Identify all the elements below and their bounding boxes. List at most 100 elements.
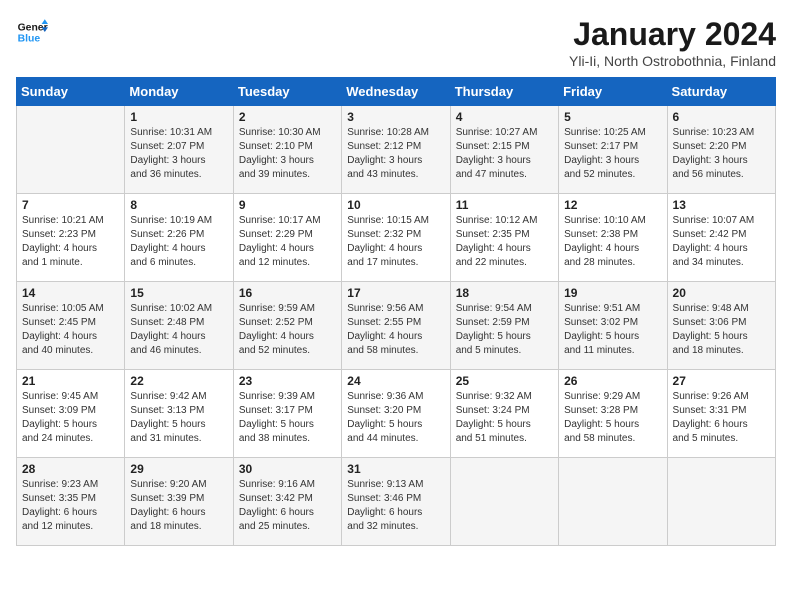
calendar-cell: 11 Sunrise: 10:12 AM Sunset: 2:35 PM Dayl…: [450, 194, 558, 282]
day-number: 10: [347, 198, 444, 212]
weekday-header-friday: Friday: [559, 78, 667, 106]
calendar-cell: 19Sunrise: 9:51 AM Sunset: 3:02 PM Dayli…: [559, 282, 667, 370]
calendar-cell: 31Sunrise: 9:13 AM Sunset: 3:46 PM Dayli…: [342, 458, 450, 546]
calendar-cell: 30Sunrise: 9:16 AM Sunset: 3:42 PM Dayli…: [233, 458, 341, 546]
day-number: 2: [239, 110, 336, 124]
weekday-header-tuesday: Tuesday: [233, 78, 341, 106]
calendar-cell: 28 Sunrise: 9:23 AM Sunset: 3:35 PM Dayli…: [17, 458, 125, 546]
day-number: 12: [564, 198, 661, 212]
day-number: 25: [456, 374, 553, 388]
calendar-cell: 8 Sunrise: 10:19 AM Sunset: 2:26 PM Dayli…: [125, 194, 233, 282]
day-info: Sunrise: 10:25 AM Sunset: 2:17 PM Daylig…: [564, 126, 661, 182]
day-number: 22: [130, 374, 227, 388]
day-info: Sunrise: 10:02 AM Sunset: 2:48 PM Daylig…: [130, 302, 227, 358]
calendar-cell: 4 Sunrise: 10:27 AM Sunset: 2:15 PM Dayli…: [450, 106, 558, 194]
page-header: General Blue January 2024 Yli-Ii, North …: [16, 16, 776, 69]
calendar-cell: 10 Sunrise: 10:15 AM Sunset: 2:32 PM Dayl…: [342, 194, 450, 282]
day-info: Sunrise: 9:16 AM Sunset: 3:42 PM Dayligh…: [239, 478, 336, 534]
day-info: Sunrise: 10:05 AM Sunset: 2:45 PM Daylig…: [22, 302, 119, 358]
day-number: 14: [22, 286, 119, 300]
day-number: 11: [456, 198, 553, 212]
calendar-cell: 21Sunrise: 9:45 AM Sunset: 3:09 PM Dayli…: [17, 370, 125, 458]
day-info: Sunrise: 10:31 AM Sunset: 2:07 PM Daylig…: [130, 126, 227, 182]
calendar-cell: 20 Sunrise: 9:48 AM Sunset: 3:06 PM Dayli…: [667, 282, 775, 370]
calendar-cell: 7 Sunrise: 10:21 AM Sunset: 2:23 PM Dayli…: [17, 194, 125, 282]
weekday-header-wednesday: Wednesday: [342, 78, 450, 106]
day-number: 1: [130, 110, 227, 124]
day-number: 17: [347, 286, 444, 300]
day-info: Sunrise: 9:23 AM Sunset: 3:35 PM Dayligh…: [22, 478, 119, 534]
calendar-cell: 13Sunrise: 10:07 AM Sunset: 2:42 PM Dayl…: [667, 194, 775, 282]
day-number: 26: [564, 374, 661, 388]
calendar-cell: [559, 458, 667, 546]
weekday-header-monday: Monday: [125, 78, 233, 106]
calendar-week-1: 1 Sunrise: 10:31 AM Sunset: 2:07 PM Dayli…: [17, 106, 776, 194]
day-number: 8: [130, 198, 227, 212]
day-info: Sunrise: 9:32 AM Sunset: 3:24 PM Dayligh…: [456, 390, 553, 446]
weekday-header-row: SundayMondayTuesdayWednesdayThursdayFrid…: [17, 78, 776, 106]
day-info: Sunrise: 9:56 AM Sunset: 2:55 PM Dayligh…: [347, 302, 444, 358]
calendar-week-5: 28 Sunrise: 9:23 AM Sunset: 3:35 PM Dayli…: [17, 458, 776, 546]
calendar-body: 1 Sunrise: 10:31 AM Sunset: 2:07 PM Dayli…: [17, 106, 776, 546]
calendar-cell: 9 Sunrise: 10:17 AM Sunset: 2:29 PM Dayli…: [233, 194, 341, 282]
day-number: 4: [456, 110, 553, 124]
day-number: 3: [347, 110, 444, 124]
weekday-header-sunday: Sunday: [17, 78, 125, 106]
day-number: 24: [347, 374, 444, 388]
calendar-cell: 26Sunrise: 9:29 AM Sunset: 3:28 PM Dayli…: [559, 370, 667, 458]
day-info: Sunrise: 9:20 AM Sunset: 3:39 PM Dayligh…: [130, 478, 227, 534]
day-number: 20: [673, 286, 770, 300]
calendar-cell: 18Sunrise: 9:54 AM Sunset: 2:59 PM Dayli…: [450, 282, 558, 370]
calendar-cell: 22 Sunrise: 9:42 AM Sunset: 3:13 PM Dayli…: [125, 370, 233, 458]
day-info: Sunrise: 10:27 AM Sunset: 2:15 PM Daylig…: [456, 126, 553, 182]
calendar-cell: 6 Sunrise: 10:23 AM Sunset: 2:20 PM Dayli…: [667, 106, 775, 194]
day-info: Sunrise: 9:42 AM Sunset: 3:13 PM Dayligh…: [130, 390, 227, 446]
calendar-cell: 1 Sunrise: 10:31 AM Sunset: 2:07 PM Dayli…: [125, 106, 233, 194]
calendar-cell: 3 Sunrise: 10:28 AM Sunset: 2:12 PM Dayli…: [342, 106, 450, 194]
svg-text:Blue: Blue: [18, 34, 41, 45]
calendar-cell: [450, 458, 558, 546]
calendar-cell: 24Sunrise: 9:36 AM Sunset: 3:20 PM Dayli…: [342, 370, 450, 458]
day-info: Sunrise: 10:19 AM Sunset: 2:26 PM Daylig…: [130, 214, 227, 270]
day-info: Sunrise: 10:12 AM Sunset: 2:35 PM Daylig…: [456, 214, 553, 270]
day-number: 5: [564, 110, 661, 124]
calendar-subtitle: Yli-Ii, North Ostrobothnia, Finland: [569, 53, 776, 69]
day-number: 9: [239, 198, 336, 212]
day-number: 15: [130, 286, 227, 300]
calendar-title: January 2024: [569, 16, 776, 53]
calendar-cell: 29 Sunrise: 9:20 AM Sunset: 3:39 PM Dayli…: [125, 458, 233, 546]
day-number: 23: [239, 374, 336, 388]
calendar-table: SundayMondayTuesdayWednesdayThursdayFrid…: [16, 77, 776, 546]
day-info: Sunrise: 10:21 AM Sunset: 2:23 PM Daylig…: [22, 214, 119, 270]
day-number: 18: [456, 286, 553, 300]
day-number: 13: [673, 198, 770, 212]
day-info: Sunrise: 9:51 AM Sunset: 3:02 PM Dayligh…: [564, 302, 661, 358]
calendar-cell: [667, 458, 775, 546]
day-number: 31: [347, 462, 444, 476]
logo: General Blue: [16, 16, 48, 48]
calendar-week-4: 21Sunrise: 9:45 AM Sunset: 3:09 PM Dayli…: [17, 370, 776, 458]
calendar-cell: 16 Sunrise: 9:59 AM Sunset: 2:52 PM Dayli…: [233, 282, 341, 370]
calendar-cell: 27 Sunrise: 9:26 AM Sunset: 3:31 PM Dayli…: [667, 370, 775, 458]
weekday-header-thursday: Thursday: [450, 78, 558, 106]
day-info: Sunrise: 10:15 AM Sunset: 2:32 PM Daylig…: [347, 214, 444, 270]
day-info: Sunrise: 10:23 AM Sunset: 2:20 PM Daylig…: [673, 126, 770, 182]
day-number: 28: [22, 462, 119, 476]
day-info: Sunrise: 9:39 AM Sunset: 3:17 PM Dayligh…: [239, 390, 336, 446]
day-info: Sunrise: 9:59 AM Sunset: 2:52 PM Dayligh…: [239, 302, 336, 358]
calendar-cell: 5 Sunrise: 10:25 AM Sunset: 2:17 PM Dayli…: [559, 106, 667, 194]
day-number: 7: [22, 198, 119, 212]
day-number: 29: [130, 462, 227, 476]
title-block: January 2024 Yli-Ii, North Ostrobothnia,…: [569, 16, 776, 69]
day-info: Sunrise: 10:30 AM Sunset: 2:10 PM Daylig…: [239, 126, 336, 182]
day-info: Sunrise: 10:28 AM Sunset: 2:12 PM Daylig…: [347, 126, 444, 182]
calendar-cell: 14 Sunrise: 10:05 AM Sunset: 2:45 PM Dayl…: [17, 282, 125, 370]
calendar-cell: [17, 106, 125, 194]
day-number: 27: [673, 374, 770, 388]
day-info: Sunrise: 10:17 AM Sunset: 2:29 PM Daylig…: [239, 214, 336, 270]
day-number: 6: [673, 110, 770, 124]
day-info: Sunrise: 10:10 AM Sunset: 2:38 PM Daylig…: [564, 214, 661, 270]
day-info: Sunrise: 9:48 AM Sunset: 3:06 PM Dayligh…: [673, 302, 770, 358]
day-number: 16: [239, 286, 336, 300]
day-info: Sunrise: 9:26 AM Sunset: 3:31 PM Dayligh…: [673, 390, 770, 446]
